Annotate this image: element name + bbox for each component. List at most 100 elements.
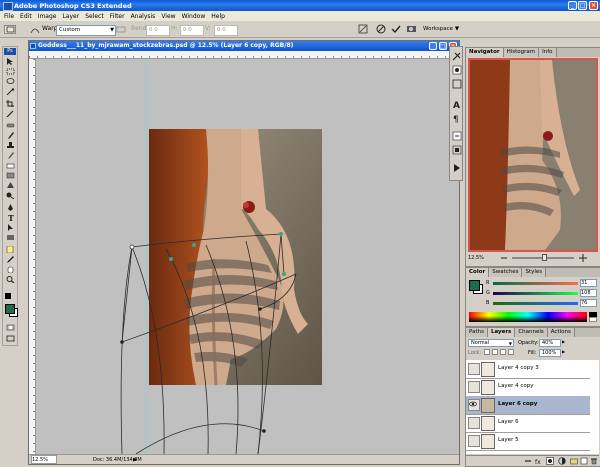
zoom-slider-thumb[interactable] bbox=[542, 254, 547, 261]
new-layer-icon[interactable] bbox=[580, 457, 588, 465]
layer-row-layer-6-copy[interactable]: Layer 6 copy bbox=[466, 396, 590, 415]
tab-histogram[interactable]: Histogram bbox=[503, 48, 540, 57]
move-tool-icon[interactable] bbox=[6, 58, 15, 65]
menu-image[interactable]: Image bbox=[38, 13, 57, 20]
brushes-icon[interactable] bbox=[452, 65, 462, 75]
minimize-button[interactable]: _ bbox=[568, 1, 577, 10]
layer-row-layer-4-copy[interactable]: Layer 4 copy bbox=[466, 378, 590, 397]
link-layers-icon[interactable] bbox=[524, 457, 532, 465]
navigator-zoom-slider[interactable] bbox=[512, 254, 574, 261]
cancel-transform-icon[interactable] bbox=[376, 24, 386, 34]
commit-transform-icon[interactable] bbox=[391, 24, 401, 34]
tab-layers[interactable]: Layers bbox=[487, 328, 516, 337]
vertical-ruler[interactable] bbox=[29, 59, 36, 454]
go-to-bridge-icon[interactable] bbox=[406, 24, 418, 34]
white-swatch[interactable] bbox=[589, 317, 597, 322]
delete-layer-icon[interactable] bbox=[590, 457, 598, 465]
menu-help[interactable]: Help bbox=[211, 13, 225, 20]
crop-tool-icon[interactable] bbox=[6, 100, 15, 107]
horizontal-ruler[interactable] bbox=[29, 51, 459, 59]
channel-g-field[interactable]: 108 bbox=[580, 289, 597, 297]
history-icon[interactable] bbox=[452, 131, 462, 141]
visibility-toggle[interactable] bbox=[468, 417, 480, 429]
type-tool-icon[interactable]: T bbox=[6, 214, 15, 221]
tool-preset-picker[interactable] bbox=[4, 25, 16, 34]
tab-color[interactable]: Color bbox=[466, 268, 490, 277]
magic-wand-tool-icon[interactable] bbox=[6, 88, 15, 95]
opacity-field[interactable]: 40% bbox=[539, 339, 561, 347]
marquee-tool-icon[interactable] bbox=[6, 68, 15, 75]
blend-mode-select[interactable]: Normal ▼ bbox=[468, 339, 514, 347]
tab-styles[interactable]: Styles bbox=[522, 268, 547, 277]
gradient-tool-icon[interactable] bbox=[6, 172, 15, 179]
screen-mode-icon[interactable] bbox=[6, 335, 15, 342]
hand-tool-icon[interactable] bbox=[6, 266, 15, 273]
adjustment-layer-icon[interactable] bbox=[558, 457, 566, 465]
toggle-warp-icon[interactable] bbox=[30, 25, 40, 34]
photo-image[interactable] bbox=[149, 129, 322, 386]
maximize-button[interactable]: □ bbox=[578, 1, 587, 10]
bend-field[interactable]: 0.0 bbox=[146, 25, 170, 36]
lasso-tool-icon[interactable] bbox=[6, 78, 15, 85]
tab-swatches[interactable]: Swatches bbox=[489, 268, 523, 277]
visibility-toggle[interactable] bbox=[468, 399, 480, 411]
layer-comps-icon[interactable] bbox=[452, 145, 462, 155]
brush-tool-icon[interactable] bbox=[6, 132, 15, 139]
color-ramp[interactable] bbox=[469, 312, 587, 322]
layer-row-layer-5[interactable]: Layer 5 bbox=[466, 432, 590, 451]
history-brush-tool-icon[interactable] bbox=[6, 152, 15, 159]
menu-select[interactable]: Select bbox=[85, 13, 104, 20]
layer-style-icon[interactable]: fx bbox=[534, 457, 542, 465]
menu-edit[interactable]: Edit bbox=[20, 13, 32, 20]
menu-file[interactable]: File bbox=[4, 13, 14, 20]
zoom-in-icon[interactable] bbox=[578, 253, 588, 263]
quick-mask-icon[interactable] bbox=[6, 324, 15, 331]
slice-tool-icon[interactable] bbox=[6, 110, 15, 117]
tab-channels[interactable]: Channels bbox=[515, 328, 548, 337]
tab-actions[interactable]: Actions bbox=[547, 328, 575, 337]
fill-arrow-icon[interactable]: ▶ bbox=[562, 349, 565, 354]
zoom-out-icon[interactable] bbox=[500, 254, 508, 262]
default-colors-icon[interactable] bbox=[5, 293, 11, 299]
channel-g-slider[interactable] bbox=[493, 292, 578, 295]
eyedropper-tool-icon[interactable] bbox=[6, 256, 15, 263]
navigator-preview[interactable] bbox=[468, 58, 598, 252]
doc-maximize-button[interactable]: □ bbox=[439, 42, 447, 50]
visibility-toggle[interactable] bbox=[468, 381, 480, 393]
tab-info[interactable]: Info bbox=[539, 48, 557, 57]
menu-filter[interactable]: Filter bbox=[110, 13, 125, 20]
dodge-tool-icon[interactable] bbox=[6, 192, 15, 199]
menu-view[interactable]: View bbox=[161, 13, 175, 20]
tab-navigator[interactable]: Navigator bbox=[466, 48, 504, 57]
zoom-level-field[interactable]: 12.5% bbox=[31, 455, 57, 464]
channel-r-field[interactable]: 31 bbox=[580, 279, 597, 287]
lock-image-icon[interactable] bbox=[492, 349, 498, 355]
menu-window[interactable]: Window bbox=[182, 13, 206, 20]
canvas-svg[interactable] bbox=[36, 59, 459, 454]
navigator-zoom-value[interactable]: 12.5% bbox=[468, 255, 484, 261]
doc-minimize-button[interactable]: _ bbox=[429, 42, 437, 50]
actions-icon[interactable] bbox=[452, 163, 462, 173]
visibility-toggle[interactable] bbox=[468, 435, 480, 447]
clone-stamp-tool-icon[interactable] bbox=[6, 142, 15, 149]
tab-paths[interactable]: Paths bbox=[466, 328, 488, 337]
menu-layer[interactable]: Layer bbox=[62, 13, 79, 20]
foreground-color-swatch[interactable] bbox=[5, 304, 15, 314]
color-fg-swatch[interactable] bbox=[469, 280, 480, 291]
opacity-arrow-icon[interactable]: ▶ bbox=[562, 339, 565, 344]
notes-tool-icon[interactable] bbox=[6, 246, 15, 253]
channel-r-slider[interactable] bbox=[493, 282, 578, 285]
channel-b-slider[interactable] bbox=[493, 302, 578, 305]
tool-presets-icon[interactable] bbox=[452, 51, 462, 61]
switch-warp-free-transform-icon[interactable] bbox=[358, 24, 368, 34]
zoom-tool-icon[interactable] bbox=[6, 276, 15, 283]
workspace-menu[interactable]: Workspace ▼ bbox=[423, 25, 467, 34]
layer-row-layer-4-copy-3[interactable]: Layer 4 copy 3 bbox=[466, 360, 590, 379]
paragraph-icon[interactable]: ¶ bbox=[452, 113, 462, 123]
v-distortion-field[interactable]: 0.0 bbox=[214, 25, 238, 36]
eraser-tool-icon[interactable] bbox=[6, 162, 15, 169]
canvas-area[interactable] bbox=[36, 59, 459, 454]
status-menu-arrow-icon[interactable]: ▶ bbox=[133, 455, 137, 465]
visibility-toggle[interactable] bbox=[468, 363, 480, 375]
clone-source-icon[interactable] bbox=[452, 79, 462, 89]
